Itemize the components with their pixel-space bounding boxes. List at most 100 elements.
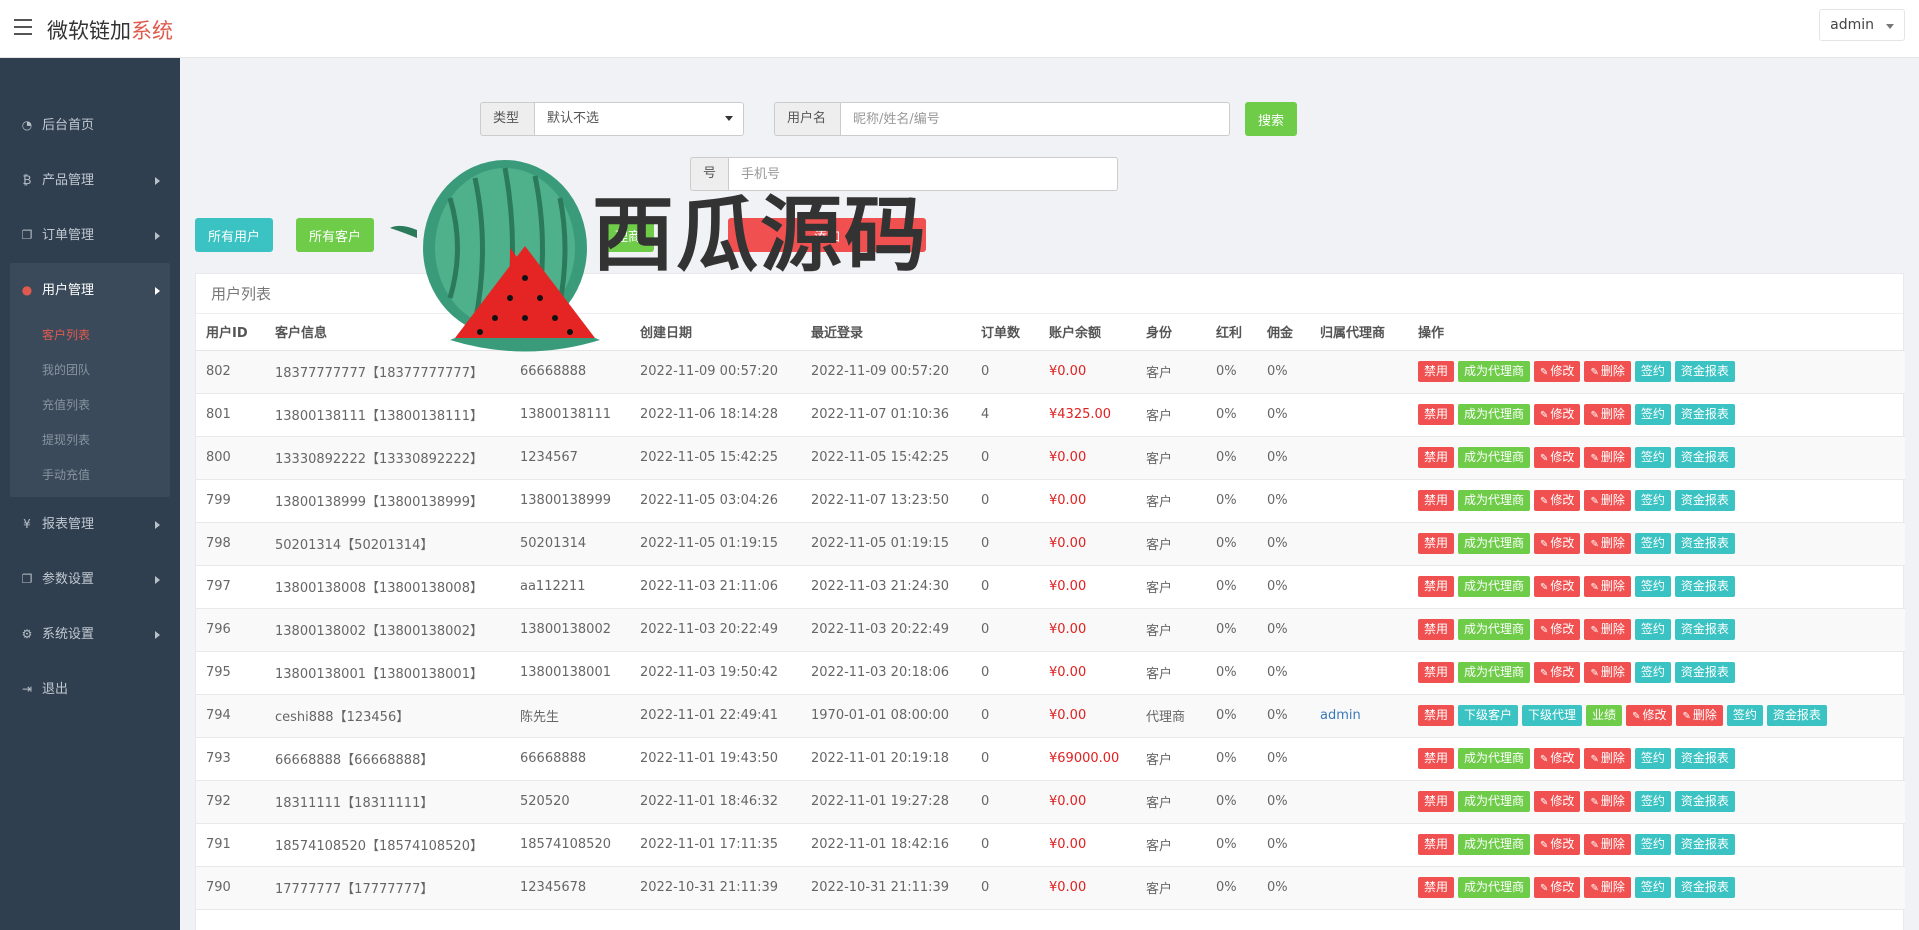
make-agent-button[interactable]: 成为代理商	[1458, 533, 1531, 554]
disable-button[interactable]: 禁用	[1418, 404, 1455, 425]
make-agent-button[interactable]: 成为代理商	[1458, 490, 1531, 511]
sub-agents-button[interactable]: 下级代理	[1522, 705, 1583, 726]
make-agent-button[interactable]: 成为代理商	[1458, 662, 1531, 683]
sidebar-item-orders[interactable]: ❐ 订单管理	[0, 208, 180, 263]
edit-button[interactable]: ✎ 修改	[1534, 533, 1581, 554]
delete-button[interactable]: ✎ 删除	[1584, 834, 1631, 855]
username-input[interactable]	[840, 102, 1230, 136]
edit-button[interactable]: ✎ 修改	[1534, 361, 1581, 382]
user-dropdown[interactable]: admin	[1819, 9, 1905, 41]
edit-button[interactable]: ✎ 修改	[1534, 576, 1581, 597]
edit-button[interactable]: ✎ 修改	[1534, 748, 1581, 769]
make-agent-button[interactable]: 成为代理商	[1458, 877, 1531, 898]
sub-customers-button[interactable]: 下级客户	[1458, 705, 1519, 726]
disable-button[interactable]: 禁用	[1418, 533, 1455, 554]
edit-button[interactable]: ✎ 修改	[1534, 662, 1581, 683]
edit-button[interactable]: ✎ 修改	[1626, 705, 1673, 726]
delete-button[interactable]: ✎ 删除	[1584, 748, 1631, 769]
delete-button[interactable]: ✎ 删除	[1676, 705, 1723, 726]
sidebar-subitem-customer-list[interactable]: 客户列表	[10, 318, 170, 353]
disable-button[interactable]: 禁用	[1418, 748, 1455, 769]
sidebar-item-reports[interactable]: ¥ 报表管理	[0, 497, 180, 552]
sidebar-item-dashboard[interactable]: ◔ 后台首页	[0, 98, 180, 153]
sign-contract-button[interactable]: 签约	[1634, 533, 1671, 554]
type-select[interactable]: 默认不选	[534, 102, 744, 136]
delete-button[interactable]: ✎ 删除	[1584, 490, 1631, 511]
fund-report-button[interactable]: 资金报表	[1674, 447, 1735, 468]
delete-button[interactable]: ✎ 删除	[1584, 404, 1631, 425]
search-button[interactable]: 搜索	[1245, 102, 1298, 136]
disable-button[interactable]: 禁用	[1418, 791, 1455, 812]
sign-contract-button[interactable]: 签约	[1634, 791, 1671, 812]
fund-report-button[interactable]: 资金报表	[1674, 404, 1735, 425]
sidebar-subitem-my-team[interactable]: 我的团队	[10, 353, 170, 388]
delete-button[interactable]: ✎ 删除	[1584, 877, 1631, 898]
disable-button[interactable]: 禁用	[1418, 576, 1455, 597]
sidebar-item-system[interactable]: ⚙ 系统设置	[0, 607, 180, 662]
sign-contract-button[interactable]: 签约	[1634, 404, 1671, 425]
fund-report-button[interactable]: 资金报表	[1674, 877, 1735, 898]
make-agent-button[interactable]: 成为代理商	[1458, 361, 1531, 382]
sidebar-subitem-recharge-list[interactable]: 充值列表	[10, 388, 170, 423]
delete-button[interactable]: ✎ 删除	[1584, 619, 1631, 640]
make-agent-button[interactable]: 成为代理商	[1458, 576, 1531, 597]
make-agent-button[interactable]: 成为代理商	[1458, 791, 1531, 812]
edit-button[interactable]: ✎ 修改	[1534, 404, 1581, 425]
delete-button[interactable]: ✎ 删除	[1584, 533, 1631, 554]
fund-report-button[interactable]: 资金报表	[1766, 705, 1827, 726]
delete-button[interactable]: ✎ 删除	[1584, 447, 1631, 468]
edit-button[interactable]: ✎ 修改	[1534, 619, 1581, 640]
disable-button[interactable]: 禁用	[1418, 361, 1455, 382]
fund-report-button[interactable]: 资金报表	[1674, 748, 1735, 769]
all-users-button[interactable]: 所有用户	[195, 218, 274, 252]
delete-button[interactable]: ✎ 删除	[1584, 662, 1631, 683]
sign-contract-button[interactable]: 签约	[1634, 576, 1671, 597]
sign-contract-button[interactable]: 签约	[1634, 490, 1671, 511]
disable-button[interactable]: 禁用	[1418, 834, 1455, 855]
sidebar-item-params[interactable]: ❐ 参数设置	[0, 552, 180, 607]
edit-button[interactable]: ✎ 修改	[1534, 447, 1581, 468]
make-agent-button[interactable]: 成为代理商	[1458, 748, 1531, 769]
fund-report-button[interactable]: 资金报表	[1674, 662, 1735, 683]
disable-button[interactable]: 禁用	[1418, 705, 1455, 726]
all-customers-button[interactable]: 所有客户	[296, 218, 375, 252]
disable-button[interactable]: 禁用	[1418, 619, 1455, 640]
edit-button[interactable]: ✎ 修改	[1534, 877, 1581, 898]
sidebar-item-users[interactable]: ● 用户管理	[10, 263, 170, 318]
performance-button[interactable]: 业绩	[1586, 705, 1623, 726]
fund-report-button[interactable]: 资金报表	[1674, 619, 1735, 640]
cell-agent[interactable]: admin	[1310, 694, 1408, 738]
sign-contract-button[interactable]: 签约	[1634, 619, 1671, 640]
delete-button[interactable]: ✎ 删除	[1584, 791, 1631, 812]
sign-contract-button[interactable]: 签约	[1634, 361, 1671, 382]
disable-button[interactable]: 禁用	[1418, 877, 1455, 898]
make-agent-button[interactable]: 成为代理商	[1458, 834, 1531, 855]
fund-report-button[interactable]: 资金报表	[1674, 490, 1735, 511]
sign-contract-button[interactable]: 签约	[1634, 877, 1671, 898]
delete-button[interactable]: ✎ 删除	[1584, 576, 1631, 597]
sidebar-subitem-manual-recharge[interactable]: 手动充值	[10, 458, 170, 493]
make-agent-button[interactable]: 成为代理商	[1458, 619, 1531, 640]
sign-contract-button[interactable]: 签约	[1726, 705, 1763, 726]
sign-contract-button[interactable]: 签约	[1634, 748, 1671, 769]
fund-report-button[interactable]: 资金报表	[1674, 576, 1735, 597]
fund-report-button[interactable]: 资金报表	[1674, 834, 1735, 855]
disable-button[interactable]: 禁用	[1418, 490, 1455, 511]
sidebar-item-products[interactable]: ₿ 产品管理	[0, 153, 180, 208]
edit-button[interactable]: ✎ 修改	[1534, 490, 1581, 511]
hamburger-menu-icon[interactable]	[14, 19, 32, 35]
sign-contract-button[interactable]: 签约	[1634, 447, 1671, 468]
sign-contract-button[interactable]: 签约	[1634, 834, 1671, 855]
fund-report-button[interactable]: 资金报表	[1674, 791, 1735, 812]
edit-button[interactable]: ✎ 修改	[1534, 791, 1581, 812]
fund-report-button[interactable]: 资金报表	[1674, 533, 1735, 554]
sign-contract-button[interactable]: 签约	[1634, 662, 1671, 683]
edit-button[interactable]: ✎ 修改	[1534, 834, 1581, 855]
disable-button[interactable]: 禁用	[1418, 662, 1455, 683]
delete-button[interactable]: ✎ 删除	[1584, 361, 1631, 382]
make-agent-button[interactable]: 成为代理商	[1458, 447, 1531, 468]
disable-button[interactable]: 禁用	[1418, 447, 1455, 468]
make-agent-button[interactable]: 成为代理商	[1458, 404, 1531, 425]
fund-report-button[interactable]: 资金报表	[1674, 361, 1735, 382]
sidebar-item-logout[interactable]: ⇥ 退出	[0, 662, 180, 717]
